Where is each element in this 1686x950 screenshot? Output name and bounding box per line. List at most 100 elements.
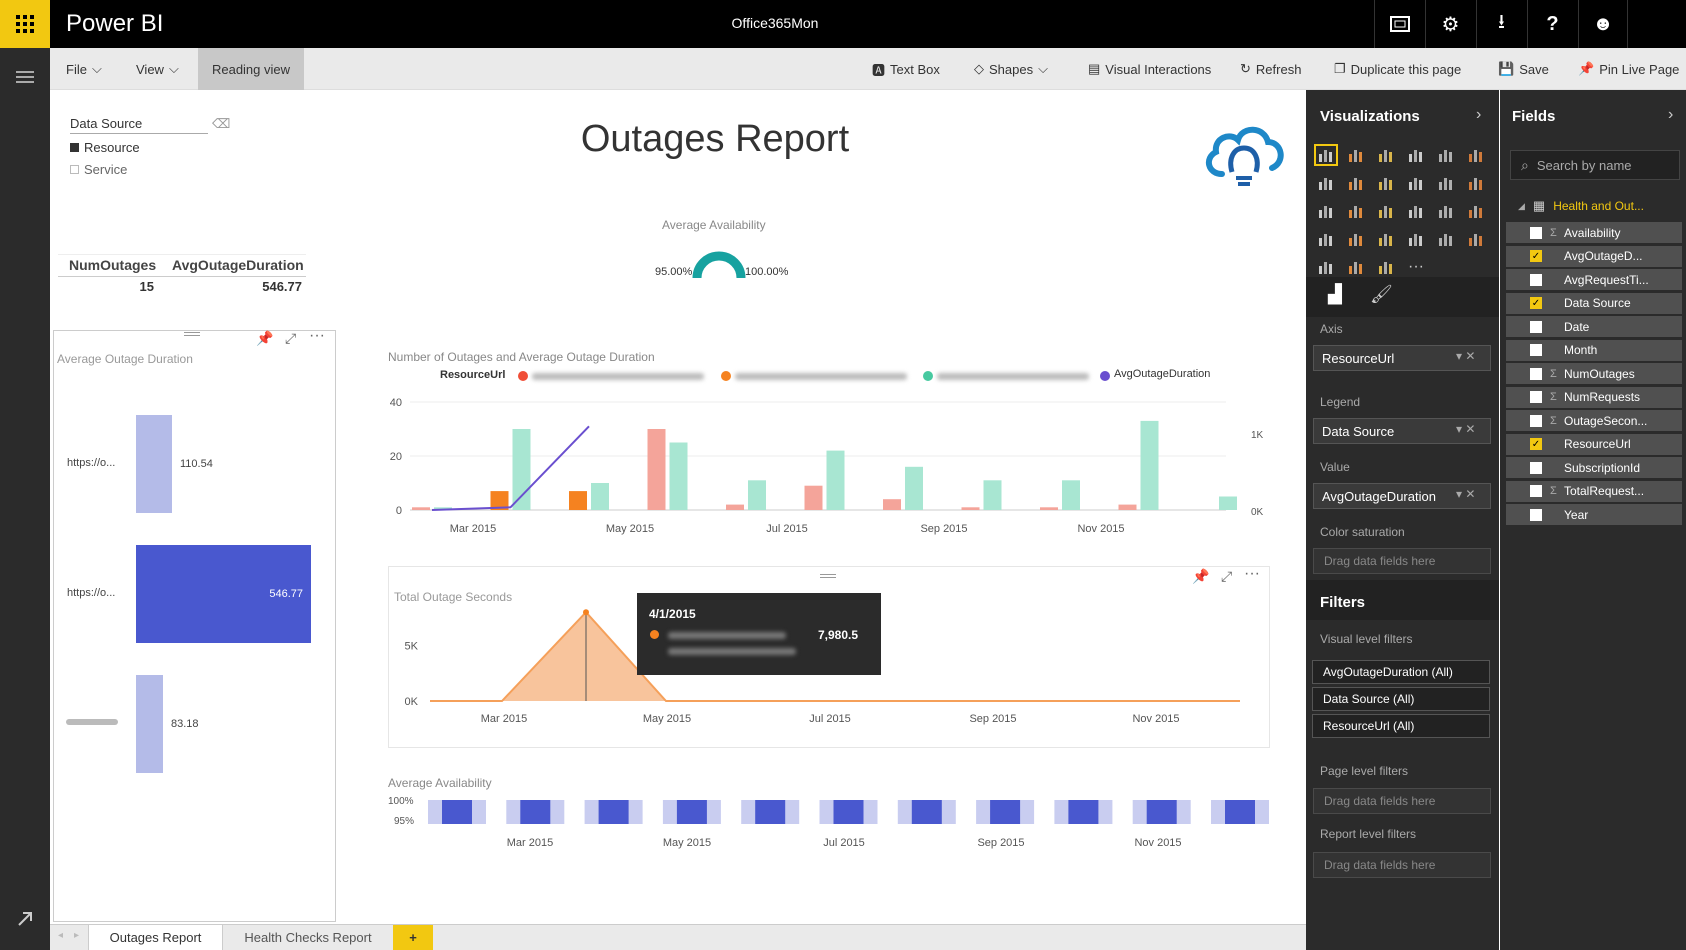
bar[interactable]: [1118, 504, 1137, 510]
availability-cell-core[interactable]: [676, 800, 707, 824]
field-item[interactable]: ✓ Data Source: [1506, 292, 1682, 314]
reading-view-button[interactable]: Reading view: [198, 48, 304, 90]
well-dropdown-icons[interactable]: ▾ ✕: [1456, 349, 1475, 363]
checkbox-unchecked-icon[interactable]: [1530, 344, 1542, 356]
focus-mode-icon[interactable]: ⤢: [1221, 568, 1232, 585]
visual-type-icon[interactable]: [1374, 144, 1398, 166]
visual-filter[interactable]: Data Source (All): [1312, 687, 1490, 711]
fullscreen-icon[interactable]: [1374, 0, 1424, 48]
app-launcher-icon[interactable]: [0, 0, 50, 48]
checkbox-checked-icon[interactable]: ✓: [1530, 438, 1542, 450]
bar[interactable]: [512, 429, 531, 510]
field-item[interactable]: AvgRequestTi...: [1506, 269, 1682, 290]
bar[interactable]: [983, 480, 1002, 510]
checkbox-unchecked-icon[interactable]: [1530, 273, 1542, 286]
visual-type-icon[interactable]: [1434, 200, 1458, 222]
checkbox-checked-icon[interactable]: ✓: [1530, 297, 1542, 309]
add-page-button[interactable]: +: [393, 925, 433, 950]
bar[interactable]: [883, 499, 901, 510]
availability-cell-core[interactable]: [520, 800, 551, 824]
page-filter-drop[interactable]: Drag data fields here: [1313, 788, 1491, 814]
visual-type-icon[interactable]: [1374, 256, 1398, 278]
bar[interactable]: [1062, 480, 1080, 510]
tab-health-checks-report[interactable]: Health Checks Report: [228, 925, 388, 950]
save-button[interactable]: 💾 Save: [1498, 48, 1549, 90]
well-dropdown-icons[interactable]: ▾ ✕: [1456, 422, 1475, 436]
bar[interactable]: [961, 507, 980, 510]
availability-cell-core[interactable]: [1068, 800, 1099, 824]
visual-type-icon[interactable]: [1314, 144, 1338, 166]
avg-outage-duration-chart[interactable]: https://o... 110.54 https://o... 546.77 83.1…: [54, 370, 334, 920]
visual-type-icon[interactable]: [1344, 200, 1368, 222]
more-options-icon[interactable]: ···: [309, 327, 325, 345]
field-item[interactable]: Date: [1506, 316, 1682, 337]
visual-type-icon[interactable]: [1434, 172, 1458, 194]
visual-type-icon[interactable]: [1374, 228, 1398, 250]
field-item[interactable]: Month: [1506, 339, 1682, 361]
bar[interactable]: [726, 504, 744, 510]
bar[interactable]: [669, 442, 688, 511]
file-menu[interactable]: File ⌵: [66, 48, 102, 90]
availability-cell-core[interactable]: [442, 800, 472, 824]
field-item[interactable]: ✓ ResourceUrl: [1506, 433, 1682, 455]
field-item[interactable]: Year: [1506, 504, 1682, 525]
checkbox-unchecked-icon[interactable]: [1530, 414, 1542, 427]
avg-duration-line[interactable]: [431, 425, 590, 511]
availability-cell-core[interactable]: [833, 800, 864, 824]
duplicate-page-button[interactable]: ❐ Duplicate this page: [1334, 48, 1461, 90]
visual-type-icon[interactable]: [1314, 172, 1338, 194]
field-item[interactable]: Σ Availability: [1506, 222, 1682, 243]
pin-live-page-button[interactable]: 📌 Pin Live Page: [1578, 48, 1679, 90]
eraser-icon[interactable]: ⌫: [212, 116, 230, 132]
availability-cell-core[interactable]: [1146, 800, 1177, 824]
bar[interactable]: [569, 491, 587, 510]
availability-gauge[interactable]: 99.0%: [690, 250, 748, 280]
more-options-icon[interactable]: ···: [1244, 565, 1260, 583]
tab-scroll-left-icon[interactable]: ◂: [58, 930, 63, 941]
bar[interactable]: [1140, 420, 1159, 510]
field-item[interactable]: Σ NumRequests: [1506, 386, 1682, 408]
visual-type-icon[interactable]: [1434, 228, 1458, 250]
bar[interactable]: [804, 485, 823, 510]
average-availability-chart[interactable]: 100% 95% Mar 2015 May 2015 Jul 2015 Sep 2015 N…: [380, 790, 1280, 850]
field-search-input[interactable]: ⌕ Search by name: [1510, 150, 1680, 180]
visual-type-icon[interactable]: [1344, 144, 1368, 166]
availability-cell-core[interactable]: [755, 800, 786, 824]
shapes-button[interactable]: ◇ Shapes ⌵: [974, 48, 1048, 90]
bar[interactable]: [647, 429, 666, 510]
availability-cell-core[interactable]: [911, 800, 942, 824]
refresh-button[interactable]: ↻ Refresh: [1240, 48, 1301, 90]
visual-interactions-button[interactable]: ▤ Visual Interactions: [1088, 48, 1211, 90]
tab-outages-report[interactable]: Outages Report: [88, 925, 223, 950]
outages-combo-chart[interactable]: 40 20 0 1K 0K Mar 2015 May 2015 Jul 2015 Sep 201…: [380, 390, 1280, 540]
visual-type-icon[interactable]: [1344, 256, 1368, 278]
focus-mode-icon[interactable]: ⤢: [285, 330, 296, 347]
download-icon[interactable]: ⭳: [1476, 0, 1526, 48]
fields-tab-icon[interactable]: ▟: [1328, 284, 1342, 305]
field-item[interactable]: SubscriptionId: [1506, 457, 1682, 478]
slicer-option-resource[interactable]: Resource: [70, 140, 140, 155]
slicer-option-service[interactable]: Service: [70, 162, 127, 177]
bar[interactable]: [412, 507, 430, 510]
availability-cell-core[interactable]: [1225, 800, 1255, 824]
visual-type-icon[interactable]: [1404, 144, 1428, 166]
view-menu[interactable]: View ⌵: [136, 48, 179, 90]
field-item[interactable]: Σ NumOutages: [1506, 363, 1682, 384]
more-visuals-icon[interactable]: ···: [1404, 256, 1428, 278]
visual-type-icon[interactable]: [1464, 200, 1488, 222]
checkbox-unchecked-icon[interactable]: [1530, 461, 1542, 474]
visual-type-icon[interactable]: [1374, 172, 1398, 194]
visual-type-icon[interactable]: [1314, 256, 1338, 278]
pin-visual-icon[interactable]: 📌: [1192, 568, 1209, 585]
visual-type-icon[interactable]: [1404, 200, 1428, 222]
well-dropdown-icons[interactable]: ▾ ✕: [1456, 487, 1475, 501]
field-item[interactable]: ✓ AvgOutageD...: [1506, 245, 1682, 267]
bar[interactable]: [591, 483, 609, 510]
report-filter-drop[interactable]: Drag data fields here: [1313, 852, 1491, 878]
field-item[interactable]: Σ OutageSecon...: [1506, 410, 1682, 431]
visual-type-icon[interactable]: [1464, 172, 1488, 194]
hamburger-menu-icon[interactable]: [16, 70, 34, 88]
bar[interactable]: [136, 675, 163, 773]
checkbox-unchecked-icon[interactable]: [1530, 391, 1542, 403]
field-table-node[interactable]: ◢ ▦ Health and Out...: [1518, 198, 1644, 214]
